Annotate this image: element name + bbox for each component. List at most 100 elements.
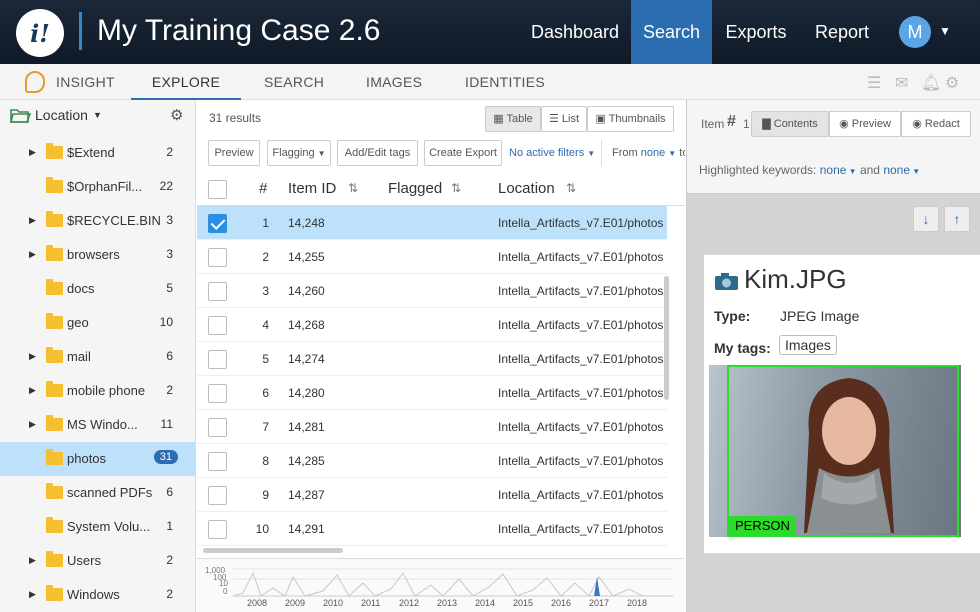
row-checkbox[interactable] [208, 452, 227, 471]
filters-dropdown[interactable]: No active filters ▼ [509, 147, 595, 159]
tree-item[interactable]: docs 5 [0, 272, 196, 306]
tree-item[interactable]: ▶ mail 6 [0, 340, 196, 374]
mail-icon[interactable]: ✉ [895, 73, 908, 93]
row-checkbox[interactable] [208, 520, 227, 539]
nav-search[interactable]: Search [631, 0, 712, 64]
create-export-button[interactable]: Create Export [424, 140, 502, 166]
item-number[interactable]: 1 [743, 117, 750, 131]
chevron-down-icon[interactable]: ▼ [939, 24, 951, 38]
timeline-chart[interactable]: 1,000 100 10 0 2008 2009 2010 2011 2012 2013 2… [197, 558, 685, 612]
nav-report[interactable]: Report [806, 0, 878, 64]
vertical-scrollbar[interactable] [664, 276, 669, 400]
settings-gear-icon[interactable]: ⚙ [170, 106, 183, 124]
chevron-down-icon[interactable]: ▼ [93, 110, 102, 120]
tree-item[interactable]: scanned PDFs 6 [0, 476, 196, 510]
chevron-down-icon[interactable]: ▼ [846, 167, 857, 176]
table-row[interactable]: 6 14,280 Intella_Artifacts_v7.E01/photos [197, 376, 667, 410]
flagging-button[interactable]: Flagging ▼ [267, 140, 331, 166]
row-location: Intella_Artifacts_v7.E01/photos [498, 420, 664, 434]
tree-item[interactable]: ▶ Users 2 [0, 544, 196, 578]
horizontal-scrollbar[interactable] [203, 548, 343, 553]
tree-item[interactable]: ▶ MS Windo... 11 [0, 408, 196, 442]
tree-item[interactable]: $OrphanFil... 22 [0, 170, 196, 204]
view-table-button[interactable]: ▦ Table [485, 106, 541, 132]
keywords-dropdown-1[interactable]: none [820, 163, 847, 177]
from-value[interactable]: none [641, 147, 665, 159]
insight-icon [25, 71, 45, 93]
caret-right-icon[interactable]: ▶ [29, 249, 36, 260]
table-row[interactable]: 1 14,248 Intella_Artifacts_v7.E01/photos [197, 206, 667, 240]
tree-item[interactable]: ▶ browsers 3 [0, 238, 196, 272]
tab-contents[interactable]: ▇ Contents [751, 111, 829, 137]
tab-identities[interactable]: IDENTITIES [465, 64, 545, 100]
view-thumbnails-button[interactable]: ▣ Thumbnails [587, 106, 674, 132]
caret-right-icon[interactable]: ▶ [29, 147, 36, 158]
tree-item[interactable]: ▶ $Extend 2 [0, 136, 196, 170]
row-checkbox[interactable] [208, 248, 227, 267]
app-logo[interactable]: i! [16, 9, 64, 57]
tab-images[interactable]: IMAGES [366, 64, 422, 100]
tree-item[interactable]: ▶ Windows 2 [0, 578, 196, 612]
table-row[interactable]: 3 14,260 Intella_Artifacts_v7.E01/photos [197, 274, 667, 308]
tree-item[interactable]: geo 10 [0, 306, 196, 340]
chevron-down-icon[interactable]: ▼ [668, 149, 676, 158]
arrow-down-icon[interactable]: ↓ [913, 206, 939, 232]
caret-right-icon[interactable]: ▶ [29, 419, 36, 430]
location-dropdown[interactable]: Location [35, 107, 88, 123]
tree-item[interactable]: ▶ $RECYCLE.BIN 3 [0, 204, 196, 238]
col-flagged[interactable]: Flagged [388, 180, 442, 197]
view-list-button[interactable]: ☰ List [541, 106, 587, 132]
nav-dashboard[interactable]: Dashboard [520, 0, 630, 64]
sort-icon[interactable]: ⇅ [566, 181, 576, 195]
type-value: JPEG Image [780, 308, 860, 324]
tree-item[interactable]: ▶ mobile phone 2 [0, 374, 196, 408]
chevron-down-icon[interactable]: ▼ [910, 167, 920, 176]
table-row[interactable]: 7 14,281 Intella_Artifacts_v7.E01/photos [197, 410, 667, 444]
arrow-up-icon[interactable]: ↑ [944, 206, 970, 232]
row-checkbox[interactable] [208, 214, 227, 233]
caret-right-icon[interactable]: ▶ [29, 589, 36, 600]
row-checkbox[interactable] [208, 384, 227, 403]
gear-icon[interactable]: ⚙ [945, 73, 959, 93]
tree-item[interactable]: photos 31 [0, 442, 196, 476]
bell-icon[interactable]: 🔔︎ [921, 73, 941, 93]
flagging-label: Flagging [272, 147, 315, 159]
row-checkbox[interactable] [208, 316, 227, 335]
tree-item[interactable]: System Volu... 1 [0, 510, 196, 544]
caret-right-icon[interactable]: ▶ [29, 385, 36, 396]
nav-exports[interactable]: Exports [716, 0, 796, 64]
tab-redact[interactable]: ◉ Redact [901, 111, 971, 137]
table-row[interactable]: 9 14,287 Intella_Artifacts_v7.E01/photos [197, 478, 667, 512]
detection-box[interactable]: PERSON [727, 365, 959, 537]
table-row[interactable]: 4 14,268 Intella_Artifacts_v7.E01/photos [197, 308, 667, 342]
col-location[interactable]: Location [498, 180, 555, 197]
sort-icon[interactable]: ⇅ [348, 181, 358, 195]
row-checkbox[interactable] [208, 418, 227, 437]
table-row[interactable]: 8 14,285 Intella_Artifacts_v7.E01/photos [197, 444, 667, 478]
caret-right-icon[interactable]: ▶ [29, 555, 36, 566]
tag-images[interactable]: Images [779, 335, 837, 355]
keywords-dropdown-2[interactable]: none [883, 163, 910, 177]
col-item-id[interactable]: Item ID [288, 180, 336, 197]
row-checkbox[interactable] [208, 282, 227, 301]
caret-right-icon[interactable]: ▶ [29, 351, 36, 362]
row-checkbox[interactable] [208, 350, 227, 369]
date-range: From none ▼ to [612, 147, 685, 159]
server-icon[interactable]: ☰ [867, 73, 881, 93]
tab-preview[interactable]: ◉ Preview [829, 111, 901, 137]
col-number[interactable]: # [259, 180, 267, 197]
table-row[interactable]: 5 14,274 Intella_Artifacts_v7.E01/photos [197, 342, 667, 376]
tab-insight[interactable]: INSIGHT [56, 64, 115, 100]
preview-button[interactable]: Preview [208, 140, 260, 166]
table-row[interactable]: 10 14,291 Intella_Artifacts_v7.E01/photos [197, 512, 667, 546]
select-all-checkbox[interactable] [208, 180, 227, 199]
image-preview[interactable]: PERSON [709, 365, 961, 537]
row-checkbox[interactable] [208, 486, 227, 505]
caret-right-icon[interactable]: ▶ [29, 215, 36, 226]
tab-explore[interactable]: EXPLORE [131, 64, 241, 100]
sort-icon[interactable]: ⇅ [451, 181, 461, 195]
user-avatar[interactable]: M [899, 16, 931, 48]
tab-search[interactable]: SEARCH [264, 64, 324, 100]
add-edit-tags-button[interactable]: Add/Edit tags [337, 140, 418, 166]
table-row[interactable]: 2 14,255 Intella_Artifacts_v7.E01/photos [197, 240, 667, 274]
